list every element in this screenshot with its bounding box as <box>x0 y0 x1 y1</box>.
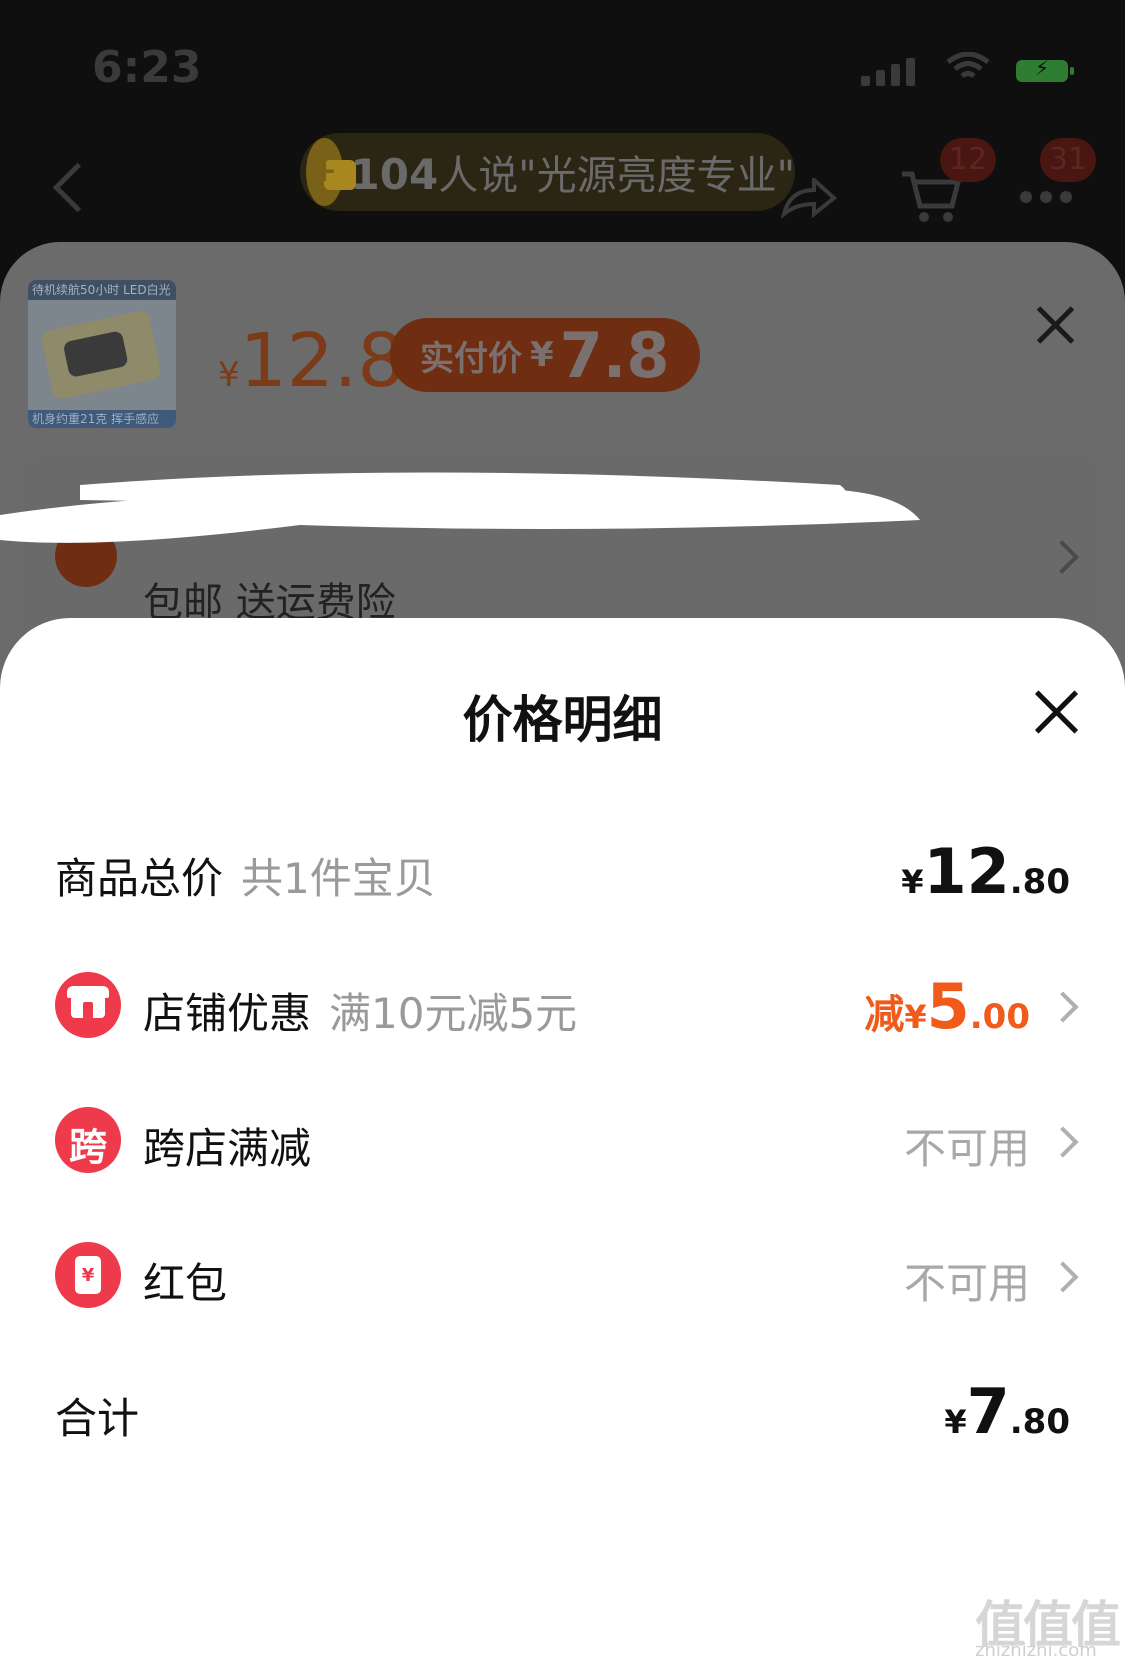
share-icon[interactable] <box>780 178 838 218</box>
more-icon[interactable] <box>1020 188 1080 207</box>
banner-count: 104 <box>350 150 439 199</box>
row-label: 红包 <box>143 1259 228 1308</box>
banner-text: 人说"光源亮度专业" <box>438 153 795 199</box>
red-packet-icon: ¥ <box>55 1242 121 1308</box>
row-sublabel: 共1件宝贝 <box>241 854 436 903</box>
row-grand-total: 合计 ¥7.80 <box>0 1365 1125 1455</box>
watermark-url: zhizhizhi.com <box>975 1640 1097 1661</box>
store-icon <box>55 972 121 1038</box>
status-bar: 6:23 ⚡ <box>0 0 1125 130</box>
chevron-right-icon <box>1047 991 1079 1023</box>
row-label: 合计 <box>55 1394 140 1443</box>
cart-badge: 12 <box>940 138 996 182</box>
chevron-right-icon <box>1047 1261 1079 1293</box>
back-icon[interactable] <box>52 162 103 213</box>
review-banner[interactable]: + 104人说"光源亮度专业" <box>300 133 795 211</box>
cross-store-status: 不可用 <box>903 1124 1030 1173</box>
row-sublabel: 满10元减5元 <box>329 989 578 1038</box>
thumb-top-text: 待机续航50小时 LED白光 <box>28 280 176 300</box>
product-image <box>39 309 163 401</box>
red-packet-status: 不可用 <box>903 1259 1030 1308</box>
row-store-discount[interactable]: 店铺优惠 满10元减5元 减¥5.00 <box>0 960 1125 1050</box>
goods-total-amount: ¥12.80 <box>901 835 1070 908</box>
row-goods-total: 商品总价 共1件宝贝 ¥12.80 <box>0 825 1125 915</box>
cross-store-icon: 跨 <box>55 1107 121 1173</box>
wifi-icon <box>946 52 990 79</box>
signal-icon <box>861 58 915 86</box>
grand-total-amount: ¥7.80 <box>944 1375 1070 1448</box>
row-label: 店铺优惠 <box>143 989 312 1038</box>
store-discount-amount: 减¥5.00 <box>864 970 1030 1043</box>
more-badge: 31 <box>1040 138 1096 182</box>
close-sku-sheet-icon[interactable] <box>1035 305 1075 345</box>
close-icon[interactable] <box>1034 690 1078 734</box>
thumb-bottom-text: 机身约重21克 挥手感应 <box>28 410 176 428</box>
row-cross-store[interactable]: 跨 跨店满减 不可用 <box>0 1095 1125 1185</box>
status-time: 6:23 <box>92 42 202 93</box>
redaction-scribble <box>0 472 920 543</box>
row-label: 跨店满减 <box>143 1124 312 1173</box>
product-thumbnail[interactable]: 待机续航50小时 LED白光 机身约重21克 挥手感应 <box>28 280 176 428</box>
row-red-packet[interactable]: ¥ 红包 不可用 <box>0 1230 1125 1320</box>
actual-pay-badge: 实付价 ¥ 7.8 <box>390 318 700 392</box>
battery-icon: ⚡ <box>1016 56 1074 82</box>
chevron-right-icon <box>1047 1126 1079 1158</box>
product-price: ¥12.8 <box>218 318 405 404</box>
row-label: 商品总价 <box>55 854 224 903</box>
sheet-title: 价格明细 <box>462 691 663 749</box>
lock-bag-icon: + <box>306 138 356 206</box>
